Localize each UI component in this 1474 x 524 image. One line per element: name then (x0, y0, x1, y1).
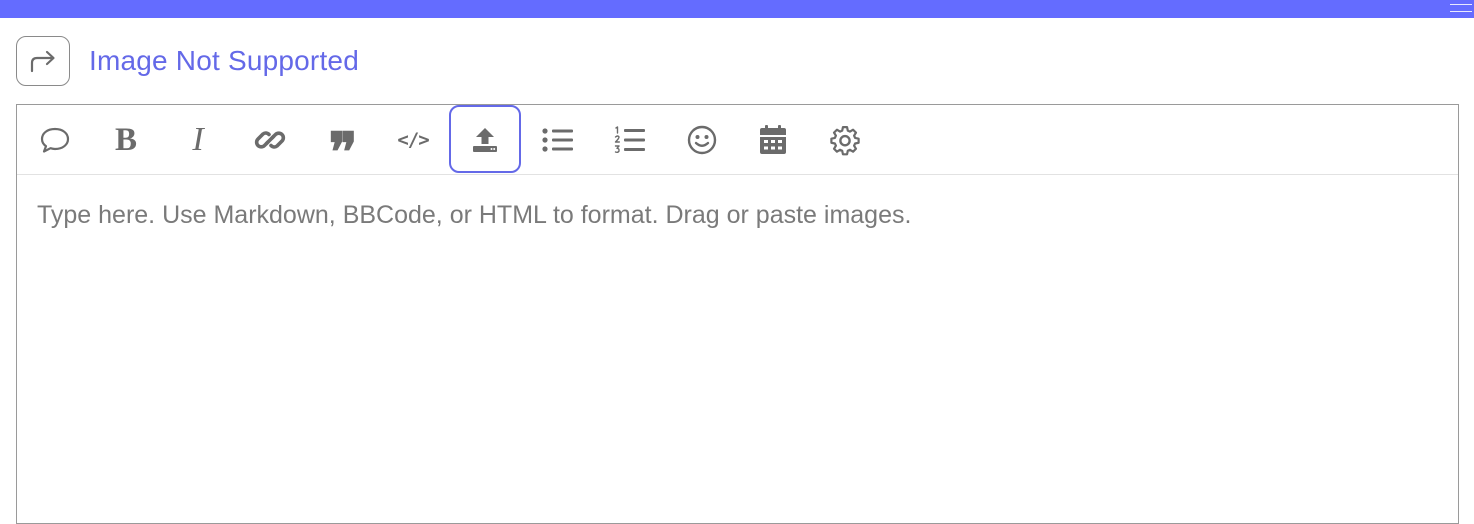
italic-button[interactable]: I (162, 105, 234, 175)
reply-header: Image Not Supported (16, 34, 359, 88)
reply-title[interactable]: Image Not Supported (89, 45, 359, 77)
editor-toolbar: B I ❞ </> (17, 105, 1458, 179)
upload-icon (473, 128, 497, 152)
settings-button[interactable] (809, 105, 881, 175)
composer: B I ❞ </> (16, 104, 1459, 524)
code-button[interactable]: </> (377, 105, 449, 175)
comment-button[interactable] (19, 105, 91, 175)
link-icon (254, 131, 286, 149)
quote-icon: ❞ (328, 120, 357, 184)
resize-grip-icon[interactable] (1450, 4, 1472, 12)
emoji-button[interactable] (666, 105, 738, 175)
bold-button[interactable]: B (90, 105, 162, 175)
numbered-list-icon (614, 126, 645, 154)
share-forward-icon (30, 50, 55, 73)
bold-icon: B (114, 121, 137, 158)
top-accent-bar (0, 0, 1474, 18)
quote-button[interactable]: ❞ (306, 105, 378, 179)
date-button[interactable] (737, 105, 809, 175)
bulleted-list-icon (542, 128, 573, 152)
code-icon: </> (397, 128, 429, 151)
reply-action-button[interactable] (16, 36, 70, 86)
italic-icon: I (192, 121, 204, 158)
calendar-icon (760, 125, 786, 154)
link-button[interactable] (234, 105, 306, 175)
speech-bubble-icon (40, 127, 70, 153)
upload-button[interactable] (449, 105, 521, 175)
numbered-list-button[interactable] (594, 105, 666, 175)
bulleted-list-button[interactable] (522, 105, 594, 175)
gear-icon (830, 125, 860, 156)
compose-textarea[interactable] (17, 175, 1458, 515)
smiley-icon (687, 125, 717, 155)
